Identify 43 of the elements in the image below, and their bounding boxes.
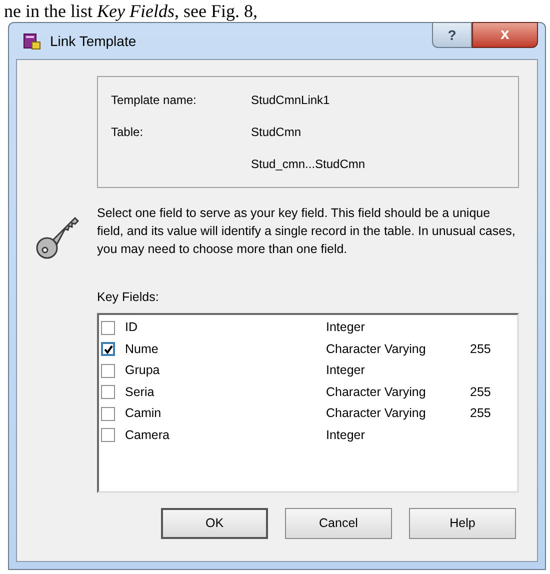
info-value: StudCmnLink1 xyxy=(251,92,330,109)
field-name: Grupa xyxy=(125,362,161,380)
app-icon xyxy=(22,31,42,51)
key-fields-list[interactable]: ID Integer Nume Character Varying 255 Grupa Integer Seria Character Varying 255 Camin Character Varying 255 Camera Integer xyxy=(97,312,519,493)
window-title: Link Template xyxy=(50,32,136,51)
description-text: Select one field to serve as your key field. This field should be a unique field, and its value will identify a single record in the table. In unusual cases, you may need to choose more than one field. xyxy=(97,205,516,258)
check-icon xyxy=(104,344,112,354)
field-type: Character Varying xyxy=(326,405,427,422)
field-size: 255 xyxy=(470,405,491,422)
checkbox[interactable] xyxy=(101,320,115,334)
help-button[interactable]: ? xyxy=(432,22,472,48)
info-value: StudCmn xyxy=(251,124,302,141)
key-fields-label: Key Fields: xyxy=(97,289,160,306)
dialog-button[interactable]: OK xyxy=(161,508,268,539)
dialog-button[interactable]: Help xyxy=(409,508,516,539)
key-field-row[interactable]: Nume Character Varying 255 xyxy=(101,338,515,360)
field-type: Integer xyxy=(326,362,366,380)
dialog-button[interactable]: Cancel xyxy=(285,508,392,539)
key-field-row[interactable]: Camera Integer xyxy=(101,424,515,446)
field-type: Integer xyxy=(326,319,366,336)
checkbox[interactable] xyxy=(101,406,115,420)
key-field-row[interactable]: Camin Character Varying 255 xyxy=(101,402,515,424)
checkbox[interactable] xyxy=(101,385,115,399)
key-field-row[interactable]: Grupa Integer xyxy=(101,360,515,382)
field-name: ID xyxy=(125,319,138,336)
key-field-row[interactable]: ID Integer xyxy=(101,316,515,338)
field-type: Integer xyxy=(326,426,366,444)
checkbox[interactable] xyxy=(101,428,115,442)
field-name: Camera xyxy=(125,426,170,444)
checkbox[interactable] xyxy=(101,342,115,356)
key-field-row[interactable]: Seria Character Varying 255 xyxy=(101,381,515,403)
field-type: Character Varying xyxy=(326,384,427,401)
document-text: ne in the list Key Fields, see Fig. 8, xyxy=(4,2,258,20)
field-name: Camin xyxy=(125,405,162,422)
info-label: Table: xyxy=(111,124,144,141)
field-type: Character Varying xyxy=(326,340,427,358)
field-size: 255 xyxy=(470,384,491,401)
info-value: Stud_cmn...StudCmn xyxy=(251,156,366,173)
field-name: Seria xyxy=(125,384,156,401)
field-name: Nume xyxy=(125,340,160,358)
checkbox[interactable] xyxy=(101,364,115,378)
field-size: 255 xyxy=(470,340,491,358)
info-label: Template name: xyxy=(111,92,198,109)
